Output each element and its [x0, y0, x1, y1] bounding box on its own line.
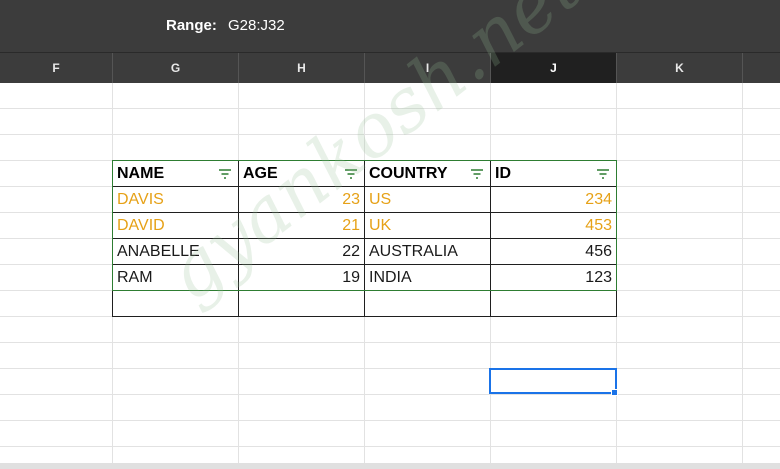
cell-age[interactable]: 19 — [239, 265, 364, 291]
range-label: Range: — [166, 17, 217, 34]
bottom-edge — [0, 463, 780, 469]
row-gridline — [0, 420, 780, 421]
column-letter: J — [550, 61, 557, 75]
row-gridline — [0, 342, 780, 343]
cell-name[interactable]: DAVIS — [113, 187, 238, 213]
cell-name[interactable]: RAM — [113, 265, 238, 291]
cell-age[interactable]: 23 — [239, 187, 364, 213]
cell-id[interactable]: 456 — [491, 239, 616, 265]
range-bar: Range: G28:J32 — [0, 0, 780, 53]
cell-name[interactable]: DAVID — [113, 213, 238, 239]
row-gridline — [0, 134, 780, 135]
column-gridline — [742, 83, 743, 463]
filter-icon[interactable] — [470, 168, 484, 180]
active-cell-selection[interactable] — [489, 368, 617, 394]
column-header-h[interactable]: H — [239, 53, 365, 83]
cell-id[interactable]: 234 — [491, 187, 616, 213]
column-header-i[interactable]: I — [365, 53, 491, 83]
column-letter: K — [675, 61, 684, 75]
cell-age[interactable]: 21 — [239, 213, 364, 239]
cell-id[interactable]: 453 — [491, 213, 616, 239]
column-header-f[interactable]: F — [0, 53, 113, 83]
cell-age[interactable]: 22 — [239, 239, 364, 265]
column-letter: H — [297, 61, 306, 75]
row-gridline — [0, 108, 780, 109]
range-value[interactable]: G28:J32 — [228, 17, 285, 34]
column-letter: G — [170, 61, 181, 75]
column-header-partial — [743, 53, 780, 83]
cell-id[interactable]: 123 — [491, 265, 616, 291]
filter-icon[interactable] — [344, 168, 358, 180]
column-header-g[interactable]: G — [113, 53, 239, 83]
filter-icon[interactable] — [218, 168, 232, 180]
column-letter: I — [425, 61, 430, 75]
column-header-j[interactable]: J — [491, 53, 617, 83]
cell-country[interactable]: INDIA — [365, 265, 490, 291]
cell-country[interactable]: AUSTRALIA — [365, 239, 490, 265]
column-letter: F — [52, 61, 60, 75]
filter-icon[interactable] — [596, 168, 610, 180]
column-header-k[interactable]: K — [617, 53, 743, 83]
row-gridline — [0, 394, 780, 395]
row-gridline — [0, 368, 780, 369]
cell-country[interactable]: US — [365, 187, 490, 213]
cell-name[interactable]: ANABELLE — [113, 239, 238, 265]
fill-handle[interactable] — [611, 389, 618, 396]
cell-country[interactable]: UK — [365, 213, 490, 239]
row-gridline — [0, 446, 780, 447]
